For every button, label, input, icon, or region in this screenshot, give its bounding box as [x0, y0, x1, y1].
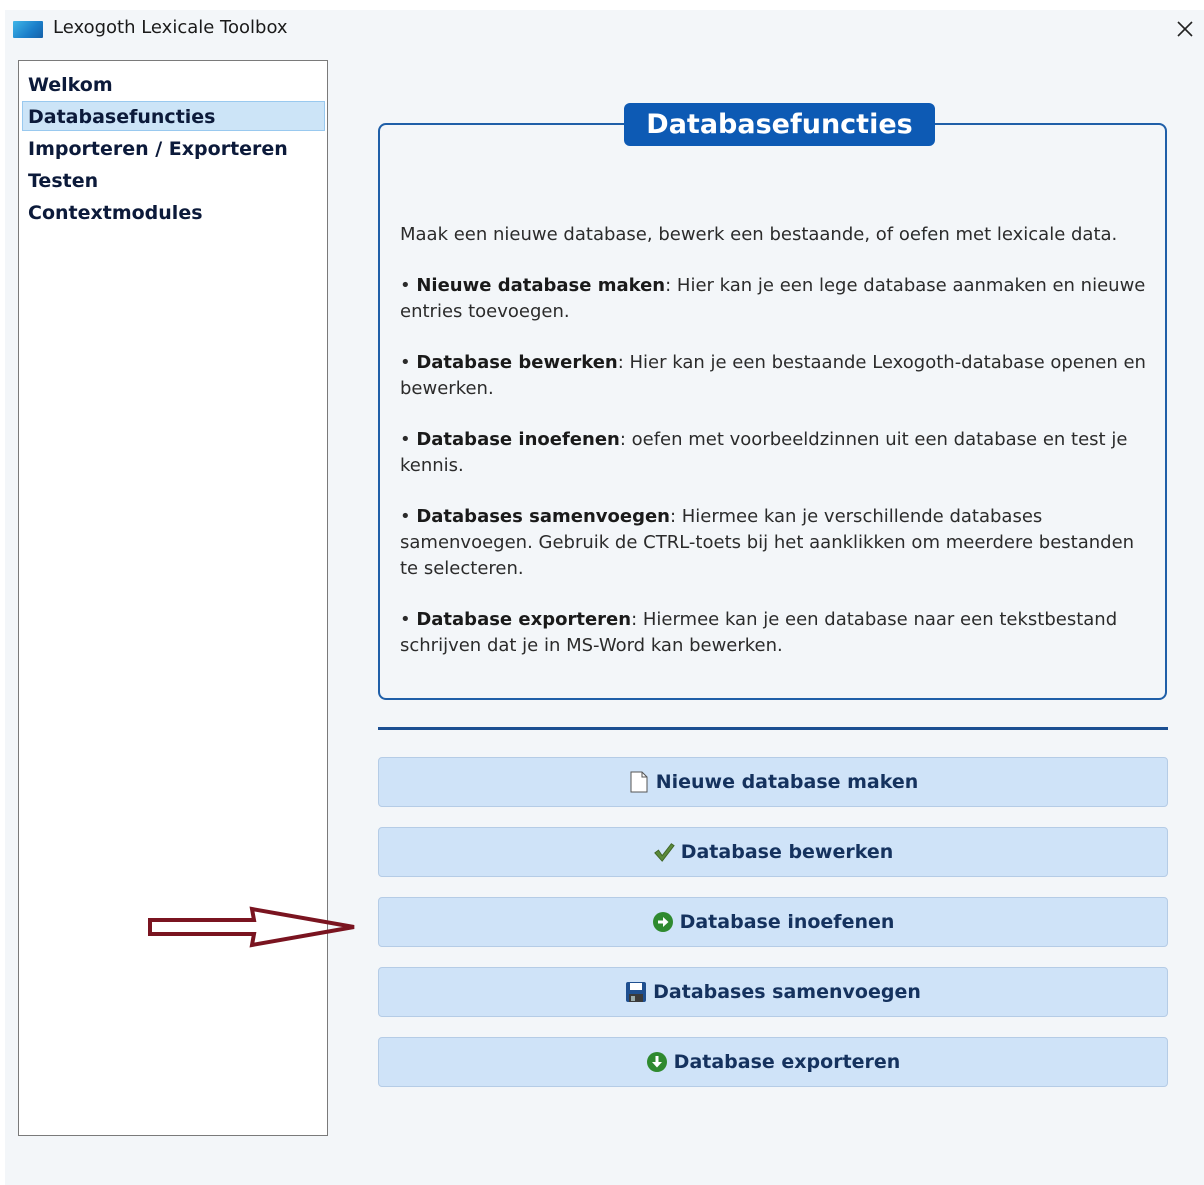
window-title: Lexogoth Lexicale Toolbox — [53, 17, 288, 38]
info-panel-content: Maak een nieuwe database, bewerk een bes… — [400, 222, 1152, 684]
sidebar-item-contextmodules[interactable]: Contextmodules — [22, 197, 325, 227]
merge-databases-button[interactable]: Databases samenvoegen — [378, 967, 1168, 1017]
bullet-term: Databases samenvoegen — [416, 506, 670, 527]
bullet-marker: • — [400, 429, 417, 450]
close-icon — [1177, 21, 1193, 37]
close-button[interactable] — [1170, 14, 1200, 44]
info-bullet: • Database bewerken: Hier kan je een bes… — [400, 350, 1152, 402]
button-label: Database exporteren — [673, 1051, 901, 1073]
sidebar-item-databasefuncties[interactable]: Databasefuncties — [22, 101, 325, 131]
checkmark-icon — [653, 841, 675, 863]
annotation-arrow-icon — [148, 906, 355, 948]
info-bullet: • Databases samenvoegen: Hiermee kan je … — [400, 504, 1152, 582]
section-divider — [378, 727, 1168, 730]
bullet-term: Database inoefenen — [416, 429, 620, 450]
bullet-marker: • — [400, 275, 417, 296]
arrow-right-circle-icon — [652, 911, 674, 933]
bullet-marker: • — [400, 506, 417, 527]
button-label: Nieuwe database maken — [655, 771, 919, 793]
button-label: Database inoefenen — [679, 911, 895, 933]
info-panel-title: Databasefuncties — [624, 103, 935, 146]
practice-database-button[interactable]: Database inoefenen — [378, 897, 1168, 947]
sidebar-nav: Welkom Databasefuncties Importeren / Exp… — [18, 60, 328, 1136]
blank-page-icon — [628, 771, 650, 793]
button-label: Database bewerken — [680, 841, 894, 863]
bullet-marker: • — [400, 352, 417, 373]
bullet-marker: • — [400, 609, 417, 630]
info-bullet: • Database exporteren: Hiermee kan je ee… — [400, 607, 1152, 659]
sidebar-item-welkom[interactable]: Welkom — [22, 69, 325, 99]
bullet-term: Database exporteren — [416, 609, 632, 630]
sidebar-item-testen[interactable]: Testen — [22, 165, 325, 195]
info-intro: Maak een nieuwe database, bewerk een bes… — [400, 224, 1118, 245]
info-bullet: • Nieuwe database maken: Hier kan je een… — [400, 273, 1152, 325]
new-database-button[interactable]: Nieuwe database maken — [378, 757, 1168, 807]
title-bar: Lexogoth Lexicale Toolbox — [5, 10, 1204, 46]
button-label: Databases samenvoegen — [653, 981, 921, 1003]
sidebar-item-importeren-exporteren[interactable]: Importeren / Exporteren — [22, 133, 325, 163]
app-logo-icon — [13, 21, 43, 38]
arrow-down-circle-icon — [646, 1051, 668, 1073]
export-database-button[interactable]: Database exporteren — [378, 1037, 1168, 1087]
floppy-disk-icon — [625, 981, 647, 1003]
bullet-term: Database bewerken — [416, 352, 618, 373]
info-bullet: • Database inoefenen: oefen met voorbeel… — [400, 427, 1152, 479]
edit-database-button[interactable]: Database bewerken — [378, 827, 1168, 877]
bullet-term: Nieuwe database maken — [416, 275, 666, 296]
